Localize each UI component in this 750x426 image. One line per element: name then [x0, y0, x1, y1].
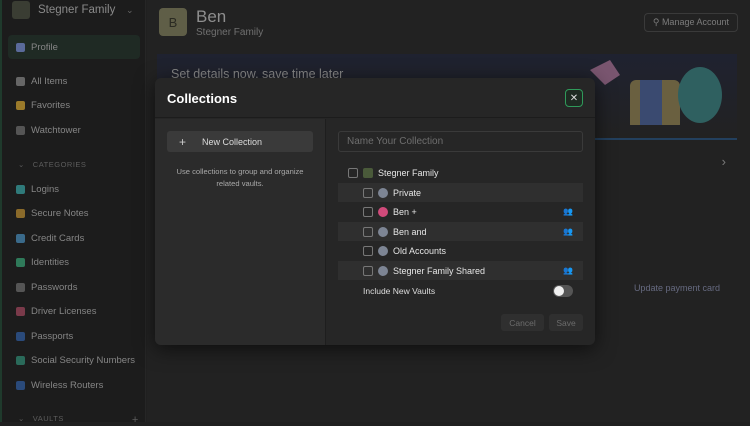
- vault-row[interactable]: Stegner Family Shared 👥: [338, 261, 583, 280]
- login-icon: [16, 184, 25, 194]
- account-logo-icon: [12, 1, 30, 19]
- checkbox[interactable]: [348, 167, 358, 178]
- sidebar-item-identities[interactable]: Identities: [16, 255, 69, 269]
- vaults-header[interactable]: ⌄ VAULTS +: [18, 414, 139, 426]
- sidebar-item-secure-notes[interactable]: Secure Notes: [16, 206, 89, 220]
- categories-header[interactable]: ⌄ CATEGORIES: [18, 160, 86, 169]
- vault-icon: [378, 265, 388, 276]
- shared-people-icon: 👥: [563, 227, 573, 236]
- checkbox[interactable]: [363, 187, 373, 198]
- sidebar-item-credit-cards[interactable]: Credit Cards: [16, 231, 84, 245]
- sidebar-item-watchtower[interactable]: Watchtower: [16, 123, 81, 137]
- include-new-vaults-toggle[interactable]: [553, 285, 573, 297]
- vault-row[interactable]: Old Accounts: [338, 241, 583, 260]
- shared-people-icon: 👥: [563, 207, 573, 216]
- ssn-icon: [16, 355, 25, 365]
- profile-icon: [16, 42, 25, 52]
- passport-icon: [16, 331, 25, 341]
- person-icon: ⚲: [652, 17, 662, 27]
- sidebar-item-passwords[interactable]: Passwords: [16, 280, 77, 294]
- collections-hint: Use collections to group and organize re…: [176, 167, 304, 188]
- dialog-title: Collections: [167, 91, 238, 106]
- save-button[interactable]: Save: [549, 314, 583, 331]
- checkbox[interactable]: [363, 245, 373, 256]
- collection-name-input[interactable]: [338, 131, 583, 152]
- checkbox[interactable]: [363, 206, 373, 217]
- checkbox[interactable]: [363, 226, 373, 237]
- family-vault-icon: [363, 167, 373, 178]
- vault-icon: [378, 245, 388, 256]
- shared-people-icon: 👥: [563, 266, 573, 275]
- avatar: B: [159, 8, 187, 36]
- close-button[interactable]: ✕: [565, 89, 583, 107]
- plus-icon: +: [179, 134, 187, 149]
- keys-illustration-icon: [590, 60, 722, 125]
- chevron-down-icon: ⌄: [18, 160, 25, 169]
- user-name: Ben: [196, 7, 227, 26]
- add-vault-icon[interactable]: +: [132, 414, 139, 426]
- sidebar-item-driver-licenses[interactable]: Driver Licenses: [16, 304, 96, 318]
- include-new-vaults-label: Include New Vaults: [363, 286, 436, 296]
- update-payment-card-link[interactable]: Update payment card: [634, 283, 720, 293]
- vault-group-row[interactable]: Stegner Family: [338, 163, 583, 182]
- account-switcher[interactable]: Stegner Family ⌄: [12, 0, 134, 20]
- vault-row[interactable]: Private: [338, 183, 583, 202]
- identity-icon: [16, 257, 25, 267]
- car-icon: [16, 306, 25, 316]
- watchtower-icon: [16, 125, 25, 135]
- sidebar: Stegner Family ⌄ Profile All Items Favori…: [0, 0, 146, 426]
- user-account: Stegner Family: [196, 27, 264, 38]
- chevron-right-icon[interactable]: ›: [722, 154, 726, 169]
- vault-row[interactable]: Ben and 👥: [338, 222, 583, 241]
- manage-account-button[interactable]: ⚲ Manage Account: [643, 13, 738, 32]
- sidebar-item-passports[interactable]: Passports: [16, 329, 73, 343]
- cancel-button[interactable]: Cancel: [501, 314, 544, 331]
- vault-row[interactable]: Ben + 👥: [338, 202, 583, 221]
- note-icon: [16, 208, 25, 218]
- vault-icon: [378, 187, 388, 198]
- checkbox[interactable]: [363, 265, 373, 276]
- credit-card-icon: [16, 233, 25, 243]
- collections-dialog: Collections ✕ + New Collection Use collec…: [155, 78, 595, 345]
- sidebar-item-all-items[interactable]: All Items: [16, 74, 67, 88]
- chevron-down-icon: ⌄: [126, 4, 134, 15]
- sidebar-item-ssn[interactable]: Social Security Numbers: [16, 353, 135, 367]
- wifi-icon: [16, 380, 25, 390]
- star-icon: [16, 100, 25, 110]
- sidebar-item-profile[interactable]: Profile: [8, 35, 140, 59]
- vault-icon: [378, 206, 388, 217]
- key-icon: [16, 282, 25, 292]
- all-items-icon: [16, 76, 25, 86]
- vault-icon: [378, 226, 388, 237]
- chevron-down-icon: ⌄: [18, 414, 25, 423]
- sidebar-item-favorites[interactable]: Favorites: [16, 98, 70, 112]
- close-icon: ✕: [569, 92, 579, 104]
- sidebar-item-wireless-routers[interactable]: Wireless Routers: [16, 378, 103, 392]
- new-collection-button[interactable]: + New Collection: [167, 131, 313, 152]
- sidebar-item-logins[interactable]: Logins: [16, 182, 59, 196]
